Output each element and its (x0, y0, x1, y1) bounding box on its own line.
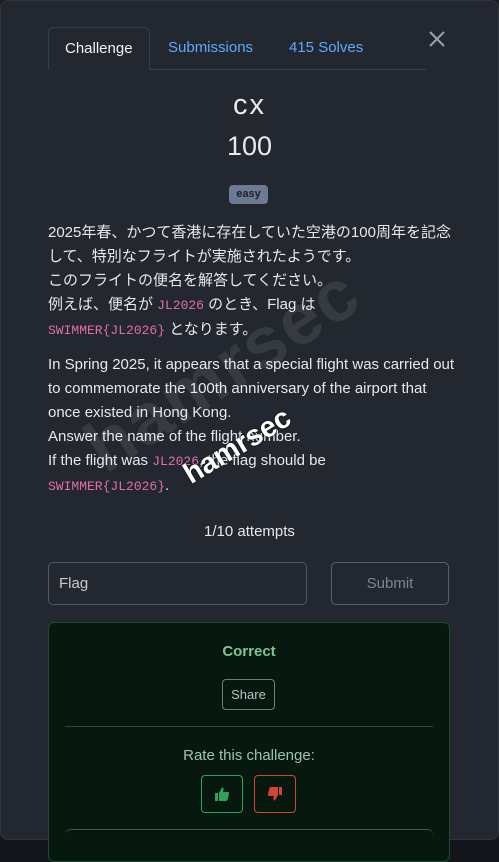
submit-button[interactable]: Submit (331, 562, 449, 605)
challenge-points: 100 (226, 131, 273, 161)
desc-jp-line1: 2025年春、かつて香港に存在していた空港の100周年を記念して、特別なフライト… (48, 224, 451, 265)
example-code: JL2026 (152, 454, 200, 469)
thumbs-down-button[interactable] (254, 775, 296, 813)
divider (65, 726, 433, 727)
desc-en-line2: Answer the name of the flight number. (48, 428, 301, 445)
desc-en-line3: If the flight was JL2026, the flag shoul… (48, 449, 458, 474)
tab-challenge[interactable]: Challenge (48, 27, 150, 70)
tab-submissions[interactable]: Submissions (152, 27, 269, 68)
result-panel: Correct Share Rate this challenge: (48, 622, 450, 862)
desc-en-text: If the flight was (48, 452, 153, 469)
example-flag-code: SWIMMER{JL2026} (48, 323, 166, 338)
rate-label: Rate this challenge: (183, 747, 315, 764)
desc-jp-line4: SWIMMER{JL2026} となります。 (48, 318, 458, 343)
challenge-tabs: Challenge Submissions 415 Solves (48, 27, 426, 70)
next-section-edge (65, 829, 433, 836)
desc-jp-text: のとき、Flag は (203, 296, 316, 313)
desc-jp-text: となります。 (165, 321, 258, 338)
close-icon[interactable] (426, 28, 448, 50)
desc-jp-line3: 例えば、便名が JL2026 のとき、Flag は (48, 293, 458, 318)
flag-input[interactable] (48, 562, 307, 605)
example-code: JL2026 (157, 298, 204, 313)
challenge-description: 2025年春、かつて香港に存在していた空港の100周年を記念して、特別なフライト… (48, 221, 458, 499)
desc-en-text: , the flag should be (199, 452, 326, 469)
tab-solves[interactable]: 415 Solves (273, 27, 379, 68)
desc-en-line4: SWIMMER{JL2026}. (48, 474, 458, 499)
desc-jp-line2: このフライトの便名を解答してください。 (48, 272, 333, 289)
share-button[interactable]: Share (222, 679, 275, 710)
example-flag-code: SWIMMER{JL2026} (48, 479, 166, 494)
thumbs-up-icon (215, 787, 230, 801)
correct-status: Correct (222, 643, 276, 660)
desc-en-text: . (165, 477, 170, 494)
difficulty-badge: easy (229, 185, 268, 204)
desc-en-line1: In Spring 2025, it appears that a specia… (48, 356, 455, 421)
challenge-title: cx (233, 89, 266, 121)
challenge-modal: Challenge Submissions 415 Solves cx 100 … (0, 0, 499, 862)
attempts-counter: 1/10 attempts (204, 523, 295, 540)
thumbs-down-icon (267, 787, 282, 801)
thumbs-up-button[interactable] (201, 775, 243, 813)
desc-jp-text: 例えば、便名が (48, 296, 158, 313)
